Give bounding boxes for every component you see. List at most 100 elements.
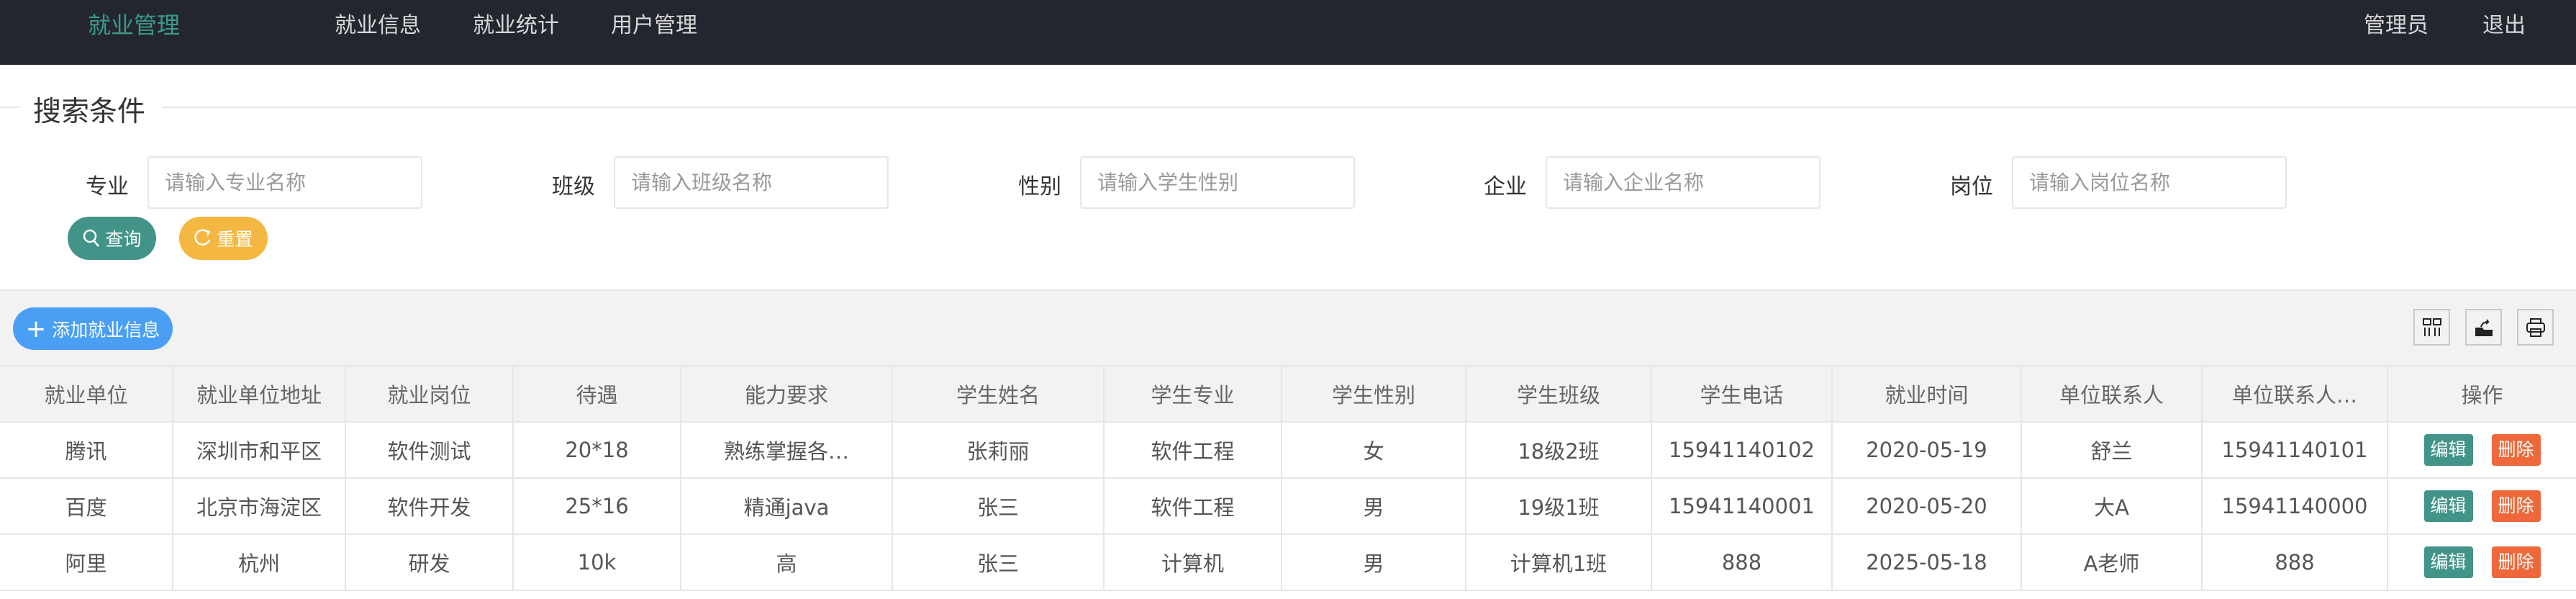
column-header[interactable]: 能力要求 — [680, 365, 893, 423]
column-header[interactable]: 学生电话 — [1651, 365, 1833, 423]
table-cell: 15941140000 — [2201, 477, 2388, 535]
actions-cell: 编辑 删除 — [2387, 421, 2576, 479]
print-icon — [2526, 317, 2545, 337]
table-cell: 张三 — [892, 477, 1105, 535]
company-input[interactable] — [1546, 156, 1820, 209]
major-input[interactable] — [148, 156, 422, 209]
reset-button[interactable]: 重置 — [179, 217, 268, 260]
export-button[interactable] — [2465, 309, 2502, 346]
position-label: 岗位 — [1950, 174, 1993, 199]
table-cell: 精通java — [680, 477, 893, 535]
table-cell: 2025-05-18 — [1831, 533, 2022, 591]
columns-icon — [2422, 317, 2441, 336]
app-logo[interactable]: 就业管理 — [88, 7, 180, 40]
table-row: 百度 北京市海淀区 软件开发 25*16 精通java 张三 软件工程男 19级1班 15941… — [0, 477, 2576, 535]
plus-icon: + — [25, 314, 47, 343]
edit-button[interactable]: 编辑 — [2423, 434, 2473, 466]
column-header[interactable]: 就业单位地址 — [172, 365, 346, 423]
gender-label: 性别 — [1018, 174, 1061, 199]
table-cell: 腾讯 — [0, 421, 173, 479]
nav-item-employment-stats[interactable]: 就业统计 — [473, 7, 559, 39]
table-cell: 软件开发 — [345, 477, 514, 535]
column-header[interactable]: 单位联系人 — [2021, 365, 2203, 423]
add-employment-button[interactable]: + 添加就业信息 — [13, 307, 173, 350]
table-row: 阿里 杭州 研发 10k 高张三 计算机男计算机1班 888 2025-05-18 A老师 888… — [0, 533, 2576, 591]
column-header[interactable]: 待遇 — [512, 365, 681, 423]
query-button[interactable]: 查询 — [68, 217, 156, 260]
table-cell: 深圳市和平区 — [172, 421, 346, 479]
position-input[interactable] — [2012, 156, 2287, 209]
table-cell: 阿里 — [0, 533, 173, 591]
table-cell: 软件工程 — [1103, 477, 1282, 535]
query-label: 查询 — [105, 229, 142, 250]
major-label: 专业 — [86, 174, 129, 199]
export-icon — [2475, 318, 2493, 336]
table-cell: 计算机1班 — [1465, 533, 1652, 591]
actions-cell: 编辑 删除 — [2387, 533, 2576, 591]
table-cell: 2020-05-20 — [1831, 477, 2022, 535]
table-cell: 大A — [2021, 477, 2203, 535]
table-cell: A老师 — [2021, 533, 2203, 591]
table-cell: 杭州 — [172, 533, 346, 591]
column-header[interactable]: 学生班级 — [1465, 365, 1652, 423]
column-header[interactable]: 就业岗位 — [345, 365, 514, 423]
table-cell: 软件工程 — [1103, 421, 1282, 479]
gender-input[interactable] — [1080, 156, 1355, 209]
table-cell: 男 — [1281, 477, 1466, 535]
table-cell: 研发 — [345, 533, 514, 591]
class-label: 班级 — [552, 174, 595, 199]
column-header[interactable]: 就业时间 — [1831, 365, 2022, 423]
edit-button[interactable]: 编辑 — [2423, 546, 2473, 578]
delete-button[interactable]: 删除 — [2491, 434, 2541, 466]
table-cell: 15941140102 — [1651, 421, 1833, 479]
table-cell: 10k — [512, 533, 681, 591]
table-cell: 舒兰 — [2021, 421, 2203, 479]
table-cell: 888 — [2201, 533, 2388, 591]
column-header[interactable]: 学生性别 — [1281, 365, 1466, 423]
search-section-title: 搜索条件 — [33, 96, 146, 128]
column-header[interactable]: 操作 — [2387, 365, 2576, 423]
divider — [162, 107, 2576, 108]
column-header[interactable]: 学生姓名 — [892, 365, 1105, 423]
table-cell: 男 — [1281, 533, 1466, 591]
actions-cell: 编辑 删除 — [2387, 477, 2576, 535]
table-cell: 高 — [680, 533, 893, 591]
print-button[interactable] — [2517, 309, 2554, 346]
table-cell: 2020-05-19 — [1831, 421, 2022, 479]
top-navbar: 就业管理 就业信息 就业统计 用户管理 管理员 退出 — [0, 0, 2576, 65]
column-header[interactable]: 单位联系人… — [2201, 365, 2388, 423]
reset-label: 重置 — [217, 229, 253, 250]
add-label: 添加就业信息 — [52, 319, 160, 341]
edit-button[interactable]: 编辑 — [2423, 490, 2473, 522]
columns-button[interactable] — [2413, 309, 2450, 346]
refresh-icon — [194, 229, 211, 246]
table-cell: 北京市海淀区 — [172, 477, 346, 535]
table-cell: 25*16 — [512, 477, 681, 535]
class-input[interactable] — [614, 156, 889, 209]
table-cell: 女 — [1281, 421, 1466, 479]
table-cell: 20*18 — [512, 421, 681, 479]
delete-button[interactable]: 删除 — [2491, 490, 2541, 522]
logout-link[interactable]: 退出 — [2482, 7, 2526, 39]
divider — [0, 107, 19, 108]
table-cell: 张三 — [892, 533, 1105, 591]
table-cell: 888 — [1651, 533, 1833, 591]
nav-item-employment-info[interactable]: 就业信息 — [335, 7, 421, 39]
table-row: 腾讯 深圳市和平区 软件测试 20*18 熟练掌握各… 张莉丽 软件工程女 18级2班 1594… — [0, 421, 2576, 479]
table-cell: 15941140101 — [2201, 421, 2388, 479]
user-menu[interactable]: 管理员 — [2364, 7, 2428, 39]
table-cell: 熟练掌握各… — [680, 421, 893, 479]
table-cell: 15941140001 — [1651, 477, 1833, 535]
search-icon — [83, 229, 100, 247]
delete-button[interactable]: 删除 — [2491, 546, 2541, 578]
table-cell: 19级1班 — [1465, 477, 1652, 535]
table-cell: 张莉丽 — [892, 421, 1105, 479]
company-label: 企业 — [1484, 174, 1527, 199]
table-cell: 18级2班 — [1465, 421, 1652, 479]
table-toolbar — [0, 289, 2576, 365]
table-header-row: 就业单位 就业单位地址 就业岗位 待遇 能力要求 学生姓名 学生专业 学生性别 学生班级 学生电话… — [0, 365, 2576, 423]
employment-table: 就业单位 就业单位地址 就业岗位 待遇 能力要求 学生姓名 学生专业 学生性别 学生班级 学生电话… — [0, 365, 2576, 591]
column-header[interactable]: 就业单位 — [0, 365, 173, 423]
nav-item-user-management[interactable]: 用户管理 — [611, 7, 697, 39]
column-header[interactable]: 学生专业 — [1103, 365, 1282, 423]
